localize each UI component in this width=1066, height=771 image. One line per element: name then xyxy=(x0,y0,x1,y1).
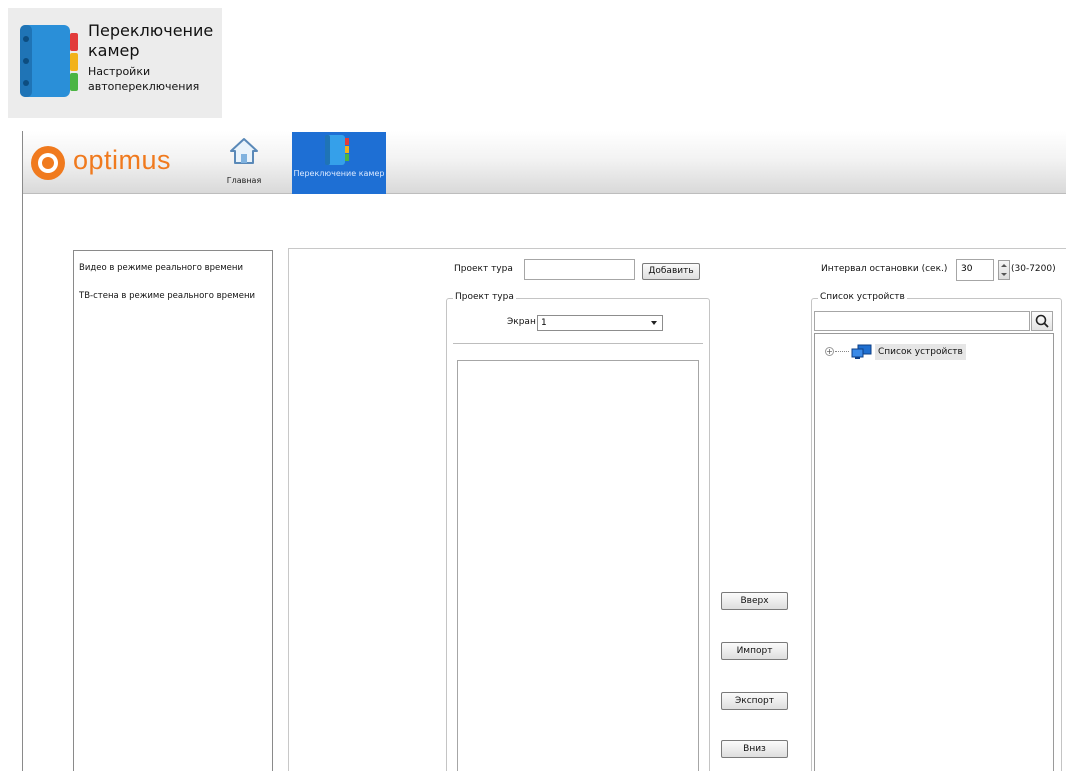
device-list-group-title: Список устройств xyxy=(818,292,907,302)
interval-input[interactable]: 30 xyxy=(956,259,994,281)
nav-home-button[interactable]: Главная xyxy=(209,134,279,192)
tour-project-label: Проект тура xyxy=(454,264,513,274)
left-menu: Видео в режиме реального времени ТВ-стен… xyxy=(73,250,273,771)
address-book-icon xyxy=(325,135,349,165)
search-button[interactable] xyxy=(1031,311,1053,331)
device-search-input[interactable] xyxy=(814,311,1030,331)
brand-name: optimus xyxy=(73,145,172,175)
device-tree[interactable]: + Список устройств xyxy=(814,333,1054,771)
add-button[interactable]: Добавить xyxy=(642,263,700,280)
nav-camera-switch-button[interactable]: Переключение камер xyxy=(292,132,386,194)
screen-select[interactable]: 1 xyxy=(537,315,663,331)
divider xyxy=(453,343,703,344)
import-button[interactable]: Импорт xyxy=(721,642,788,660)
address-book-icon xyxy=(20,25,78,97)
expand-icon[interactable]: + xyxy=(825,347,834,356)
spin-up-icon xyxy=(1001,264,1007,267)
app-window: optimus Главная Переключение камер Видео… xyxy=(22,131,1066,771)
interval-range: (30-7200) xyxy=(1011,264,1056,274)
tour-project-group-title: Проект тура xyxy=(453,292,516,302)
home-icon xyxy=(230,138,258,164)
tour-settings-panel: Проект тура Добавить Интервал остановки … xyxy=(288,248,1066,771)
move-down-button[interactable]: Вниз xyxy=(721,740,788,758)
nav-home-label: Главная xyxy=(226,176,262,185)
menu-item-tv-wall[interactable]: ТВ-стена в режиме реального времени xyxy=(79,291,272,301)
menu-item-live-video[interactable]: Видео в режиме реального времени xyxy=(79,263,272,273)
screen-select-value: 1 xyxy=(541,318,547,328)
interval-spinner[interactable] xyxy=(998,260,1010,280)
tooltip-subtitle: Настройки автопереключения xyxy=(88,65,200,93)
interval-label: Интервал остановки (сек.) xyxy=(821,264,948,274)
export-button[interactable]: Экспорт xyxy=(721,692,788,710)
optimus-logo-icon xyxy=(31,146,65,180)
screen-label: Экран xyxy=(507,317,536,327)
top-toolbar: optimus Главная Переключение камер xyxy=(23,131,1066,194)
tour-project-group: Проект тура Экран 1 xyxy=(446,292,710,771)
spin-down-icon xyxy=(1001,273,1007,276)
feature-tooltip-card: Переключение камер Настройки автопереклю… xyxy=(8,8,222,118)
tree-connector xyxy=(835,351,849,352)
tour-project-input[interactable] xyxy=(524,259,635,280)
device-list-group: Список устройств + Список устройств xyxy=(811,292,1062,771)
move-up-button[interactable]: Вверх xyxy=(721,592,788,610)
tree-root-label: Список устройств xyxy=(875,344,966,360)
nav-camera-switch-label: Переключение камер xyxy=(293,169,385,178)
search-icon xyxy=(1035,314,1049,328)
brand-logo: optimus xyxy=(29,145,199,181)
chevron-down-icon xyxy=(651,321,657,325)
tour-cameras-list[interactable] xyxy=(457,360,699,771)
tooltip-title: Переключение камер xyxy=(88,21,214,60)
tree-row-device-list[interactable]: + Список устройств xyxy=(825,344,975,360)
network-computers-icon xyxy=(851,344,872,359)
